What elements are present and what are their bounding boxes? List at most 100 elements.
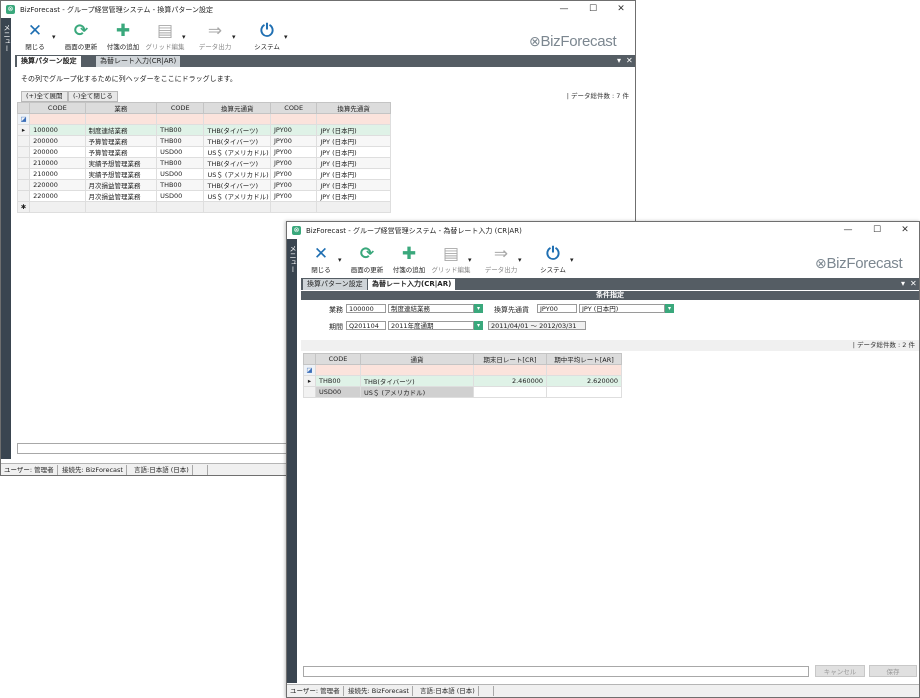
grid-cell[interactable]: 200000: [29, 146, 86, 158]
column-header[interactable]: CODE: [156, 102, 205, 114]
grid-cell[interactable]: JPY (日本円): [316, 179, 391, 191]
grid-cell[interactable]: US＄ (アメリカドル): [203, 146, 271, 158]
tab-close-icon[interactable]: ✕: [626, 55, 633, 67]
tab-exchange-rate[interactable]: 為替レート入力(CR|AR): [368, 279, 456, 290]
grid-cell[interactable]: 210000: [29, 157, 86, 169]
save-button[interactable]: 保存: [869, 665, 917, 677]
column-header[interactable]: 換算先通貨: [316, 102, 391, 114]
column-header[interactable]: CODE: [269, 102, 318, 114]
grid-cell[interactable]: [269, 201, 318, 213]
filter-row[interactable]: ◪: [303, 364, 622, 376]
column-header[interactable]: 期中平均レート[AR]: [546, 353, 622, 365]
target-currency-select[interactable]: JPY (日本円): [579, 304, 665, 313]
column-header[interactable]: 換算元通貨: [203, 102, 271, 114]
grid-cell[interactable]: 210000: [29, 168, 86, 180]
table-row[interactable]: 220000 月次損益管理業務 USD00 US＄ (アメリカドル) JPY00 JPY …: [16, 190, 391, 202]
table-row[interactable]: ▸ 100000 制度連結業務 THB00 THB(タイバーツ) JPY00 JPY (日本…: [16, 124, 391, 136]
grid-cell[interactable]: 月次損益管理業務: [84, 190, 158, 202]
new-row[interactable]: ✱: [16, 201, 391, 213]
grid-cell[interactable]: THB(タイバーツ): [203, 179, 271, 191]
grid-edit-button[interactable]: ▤ グリッド編集: [145, 21, 185, 56]
back-titlebar[interactable]: ⊗ BizForecast - グループ経営管理システム - 換算パターン設定 …: [1, 1, 635, 18]
grid-cell[interactable]: JPY (日本円): [316, 190, 391, 202]
table-row[interactable]: 220000 月次損益管理業務 THB00 THB(タイバーツ) JPY00 JPY (日…: [16, 179, 391, 191]
minimize-button[interactable]: —: [837, 224, 859, 237]
period-dropdown-icon[interactable]: ▾: [474, 321, 483, 330]
grid-cell[interactable]: 実績予想管理業務: [84, 168, 158, 180]
business-code-input[interactable]: 100000: [346, 304, 386, 313]
grid-cell[interactable]: 月次損益管理業務: [84, 179, 158, 191]
table-row[interactable]: ▸ THB00 THB(タイバーツ) 2.460000 2.620000: [303, 375, 622, 387]
target-currency-dropdown-icon[interactable]: ▾: [665, 304, 674, 313]
maximize-button[interactable]: ☐: [866, 224, 888, 237]
toolbar-dropdown-icon[interactable]: ▾: [284, 33, 288, 41]
refresh-button[interactable]: ⟳ 画面の更新: [347, 244, 387, 279]
grid-cell[interactable]: 200000: [29, 135, 86, 147]
tab-list-dropdown-icon[interactable]: ▾: [617, 55, 621, 67]
grid-edit-button[interactable]: ▤ グリッド編集: [431, 244, 471, 279]
toolbar-dropdown-icon[interactable]: ▾: [570, 256, 574, 264]
grid-cell[interactable]: JPY00: [269, 146, 318, 158]
close-button[interactable]: ✕ 閉じる: [15, 21, 55, 56]
grid-cell[interactable]: THB00: [156, 157, 205, 169]
toolbar-dropdown-icon[interactable]: ▾: [518, 256, 522, 264]
filter-icon[interactable]: ◪: [16, 113, 31, 125]
table-row[interactable]: 200000 予算管理業務 USD00 US＄ (アメリカドル) JPY00 JPY (日…: [16, 146, 391, 158]
grid-cell[interactable]: JPY (日本円): [316, 168, 391, 180]
grid-cell[interactable]: [29, 201, 86, 213]
grid-cell[interactable]: USD00: [156, 146, 205, 158]
grid-cell[interactable]: JPY (日本円): [316, 146, 391, 158]
front-titlebar[interactable]: ⊗ BizForecast - グループ経営管理システム - 為替レート入力 (…: [287, 222, 919, 239]
grid-cell[interactable]: 220000: [29, 179, 86, 191]
power-button[interactable]: ⏻ システム: [533, 244, 573, 279]
column-header[interactable]: 期末日レート[CR]: [473, 353, 547, 365]
filter-row[interactable]: ◪: [16, 113, 391, 125]
grid-cell[interactable]: 2.620000: [546, 375, 622, 387]
business-dropdown-icon[interactable]: ▾: [474, 304, 483, 313]
grid-cell[interactable]: [84, 201, 158, 213]
grid-cell[interactable]: JPY00: [269, 168, 318, 180]
grid-cell[interactable]: THB(タイバーツ): [203, 135, 271, 147]
grid-cell[interactable]: JPY (日本円): [316, 135, 391, 147]
column-header[interactable]: 業務: [84, 102, 158, 114]
column-header[interactable]: CODE: [315, 353, 361, 365]
toolbar-dropdown-icon[interactable]: ▾: [338, 256, 342, 264]
grid-cell[interactable]: 予算管理業務: [84, 135, 158, 147]
close-window-button[interactable]: ✕: [894, 224, 916, 237]
grid-cell[interactable]: THB00: [156, 124, 205, 136]
power-button[interactable]: ⏻ システム: [247, 21, 287, 56]
toolbar-dropdown-icon[interactable]: ▾: [182, 33, 186, 41]
refresh-button[interactable]: ⟳ 画面の更新: [61, 21, 101, 56]
column-header[interactable]: 通貨: [360, 353, 474, 365]
grid-cell[interactable]: 予算管理業務: [84, 146, 158, 158]
grid-cell[interactable]: JPY (日本円): [316, 157, 391, 169]
tab-exchange-rate[interactable]: 為替レート入力(CR|AR): [96, 56, 181, 67]
table-row[interactable]: USD00 US＄ (アメリカドル): [303, 386, 622, 398]
grid-cell[interactable]: 制度連結業務: [84, 124, 158, 136]
toolbar-dropdown-icon[interactable]: ▾: [232, 33, 236, 41]
grid-cell[interactable]: [203, 201, 271, 213]
tab-list-dropdown-icon[interactable]: ▾: [901, 278, 905, 290]
grid-cell[interactable]: JPY (日本円): [316, 124, 391, 136]
grid-cell[interactable]: [473, 386, 547, 398]
grid-cell[interactable]: JPY00: [269, 124, 318, 136]
business-select[interactable]: 制度連結業務: [388, 304, 474, 313]
add-note-button[interactable]: ✚ 付箋の追加: [103, 21, 143, 56]
tab-conversion-pattern[interactable]: 換算パターン設定: [303, 279, 367, 290]
column-header[interactable]: CODE: [29, 102, 86, 114]
data-output-button[interactable]: ⇒ データ出力: [481, 244, 521, 279]
grid-cell[interactable]: THB00: [156, 135, 205, 147]
grid-cell[interactable]: JPY00: [269, 135, 318, 147]
menu-strip[interactable]: メニュー: [287, 239, 297, 683]
grid-cell[interactable]: THB00: [315, 375, 361, 387]
cancel-button[interactable]: キャンセル: [815, 665, 865, 677]
menu-strip[interactable]: メニュー: [1, 18, 11, 459]
toolbar-dropdown-icon[interactable]: ▾: [468, 256, 472, 264]
close-button[interactable]: ✕ 閉じる: [301, 244, 341, 279]
grid-cell[interactable]: THB00: [156, 179, 205, 191]
grid-cell[interactable]: 実績予想管理業務: [84, 157, 158, 169]
grid-cell[interactable]: 100000: [29, 124, 86, 136]
table-row[interactable]: 200000 予算管理業務 THB00 THB(タイバーツ) JPY00 JPY (日本円…: [16, 135, 391, 147]
grid-cell[interactable]: US＄ (アメリカドル): [203, 190, 271, 202]
grid-cell[interactable]: USD00: [156, 190, 205, 202]
